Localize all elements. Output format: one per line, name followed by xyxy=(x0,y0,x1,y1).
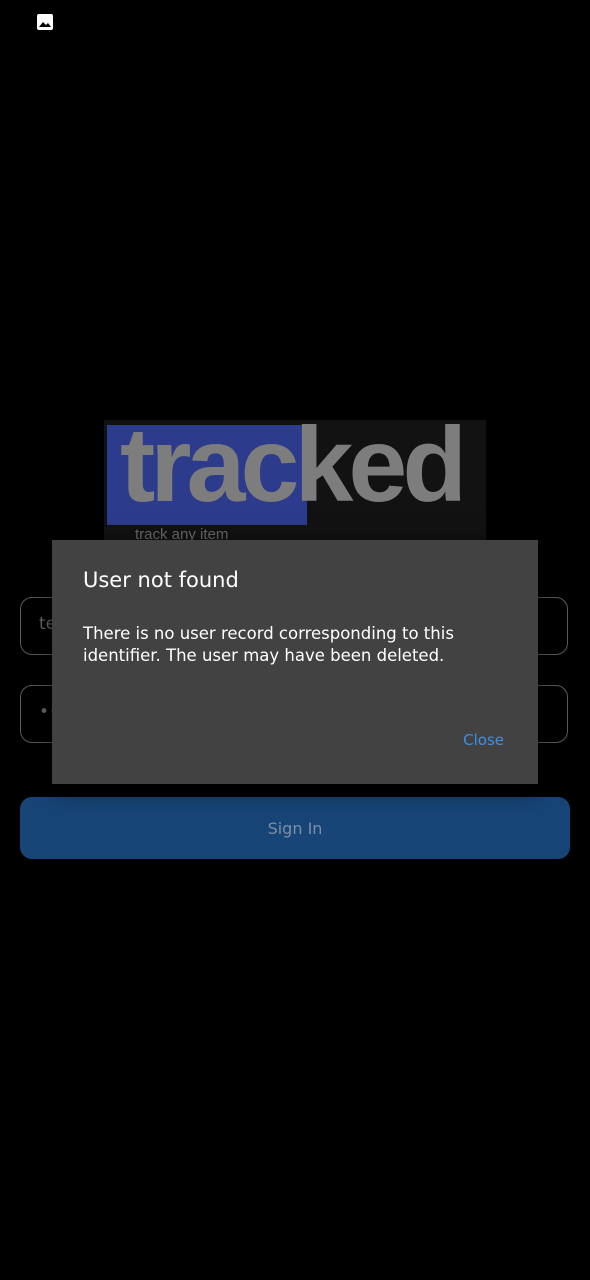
image-icon xyxy=(37,14,53,30)
login-screen: tracked track any item te ••• Sign In Us… xyxy=(0,0,590,1280)
sign-in-label: Sign In xyxy=(267,818,323,838)
error-dialog: User not found There is no user record c… xyxy=(52,540,538,784)
dialog-title: User not found xyxy=(83,568,239,592)
close-button[interactable]: Close xyxy=(463,731,504,749)
dialog-message: There is no user record corresponding to… xyxy=(83,624,454,665)
app-logo: tracked track any item xyxy=(104,420,486,544)
sign-in-button[interactable]: Sign In xyxy=(20,797,570,859)
logo-wordmark: tracked xyxy=(120,420,467,524)
